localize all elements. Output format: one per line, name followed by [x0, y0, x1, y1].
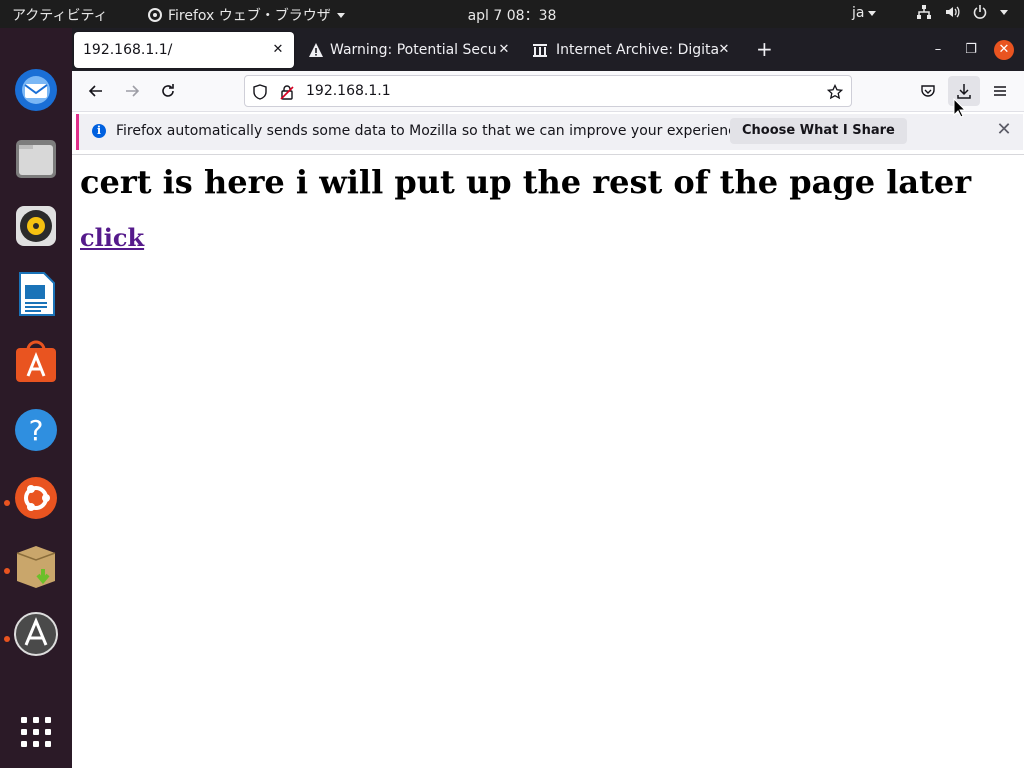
restore-icon[interactable]: ❐: [961, 40, 981, 60]
page-heading: cert is here i will put up the rest of t…: [80, 163, 972, 201]
libreoffice-writer-icon[interactable]: [12, 270, 60, 318]
ubuntu-icon[interactable]: [12, 474, 60, 522]
tab-internet-archive[interactable]: Internet Archive: Digital L ✕: [526, 32, 740, 68]
reload-icon[interactable]: [156, 79, 180, 103]
insecure-lock-icon[interactable]: [278, 83, 296, 101]
running-indicator: [4, 636, 10, 642]
help-icon[interactable]: ?: [12, 406, 60, 454]
close-icon[interactable]: ✕: [995, 121, 1013, 139]
rhythmbox-icon[interactable]: [12, 202, 60, 250]
app-menu-label: Firefox ウェブ・ブラウザ: [168, 8, 331, 24]
warning-icon: [309, 43, 323, 57]
tab-title: Internet Archive: Digital L: [556, 42, 718, 58]
volume-icon: [946, 6, 960, 18]
archive-install-icon[interactable]: [12, 542, 60, 590]
tab-close-icon[interactable]: ✕: [270, 42, 286, 58]
tracking-protection-shield-icon[interactable]: [251, 83, 269, 101]
archive-icon: [533, 44, 547, 57]
window-close-icon[interactable]: ✕: [994, 40, 1014, 60]
page-content: cert is here i will put up the rest of t…: [72, 154, 1024, 769]
tab-192-168-1-1[interactable]: 192.168.1.1/ ✕: [74, 32, 294, 68]
tab-close-icon[interactable]: ✕: [496, 42, 512, 58]
gnome-top-bar: アクティビティ Firefox ウェブ・ブラウザ apl 7 08：38 ja: [0, 0, 1024, 28]
clock[interactable]: apl 7 08：38: [468, 8, 557, 24]
tab-title: 192.168.1.1/: [83, 42, 173, 58]
navigation-toolbar: 192.168.1.1: [72, 71, 1024, 112]
firefox-small-icon: [148, 8, 162, 22]
pocket-icon[interactable]: [916, 79, 940, 103]
tab-close-icon[interactable]: ✕: [716, 42, 732, 58]
running-indicator: [4, 568, 10, 574]
svg-text:?: ?: [29, 414, 44, 447]
url-text: 192.168.1.1: [306, 83, 391, 99]
system-menu[interactable]: [916, 4, 1008, 20]
new-tab-icon[interactable]: +: [756, 38, 773, 60]
software-center-icon[interactable]: [12, 338, 60, 386]
bookmark-star-icon[interactable]: [826, 83, 844, 101]
software-updater-icon[interactable]: [12, 610, 60, 658]
app-menu[interactable]: Firefox ウェブ・ブラウザ: [148, 5, 345, 25]
firefox-window: 192.168.1.1/ ✕ Warning: Potential Securi…: [72, 28, 1024, 769]
chevron-down-icon: [1000, 9, 1008, 15]
thunderbird-icon[interactable]: [12, 66, 60, 114]
power-icon: [973, 5, 987, 19]
tab-strip: 192.168.1.1/ ✕ Warning: Potential Securi…: [72, 28, 1024, 71]
info-icon: i: [92, 124, 106, 138]
choose-what-i-share-button[interactable]: Choose What I Share: [730, 118, 907, 144]
notification-message: Firefox automatically sends some data to…: [116, 123, 749, 139]
input-method-menu[interactable]: ja: [852, 5, 877, 21]
back-icon[interactable]: [84, 79, 108, 103]
minimize-icon[interactable]: –: [928, 40, 948, 60]
input-method-label: ja: [852, 5, 865, 21]
tab-warning[interactable]: Warning: Potential Securi ✕: [300, 32, 520, 68]
click-link[interactable]: click: [80, 223, 144, 252]
running-indicator: [4, 500, 10, 506]
data-reporting-notification: i Firefox automatically sends some data …: [76, 114, 1023, 150]
activities-button[interactable]: アクティビティ: [12, 5, 108, 25]
tab-title: Warning: Potential Securi: [330, 42, 496, 58]
ubuntu-dock: ?: [0, 28, 72, 768]
show-apps-icon[interactable]: [12, 708, 60, 756]
files-icon[interactable]: [12, 134, 60, 182]
network-icon: [917, 5, 931, 19]
forward-icon[interactable]: [120, 79, 144, 103]
url-bar[interactable]: 192.168.1.1: [244, 75, 852, 107]
chevron-down-icon: [336, 12, 345, 18]
mouse-cursor-icon: [953, 98, 965, 118]
hamburger-menu-icon[interactable]: [988, 79, 1012, 103]
chevron-down-icon: [868, 10, 877, 16]
